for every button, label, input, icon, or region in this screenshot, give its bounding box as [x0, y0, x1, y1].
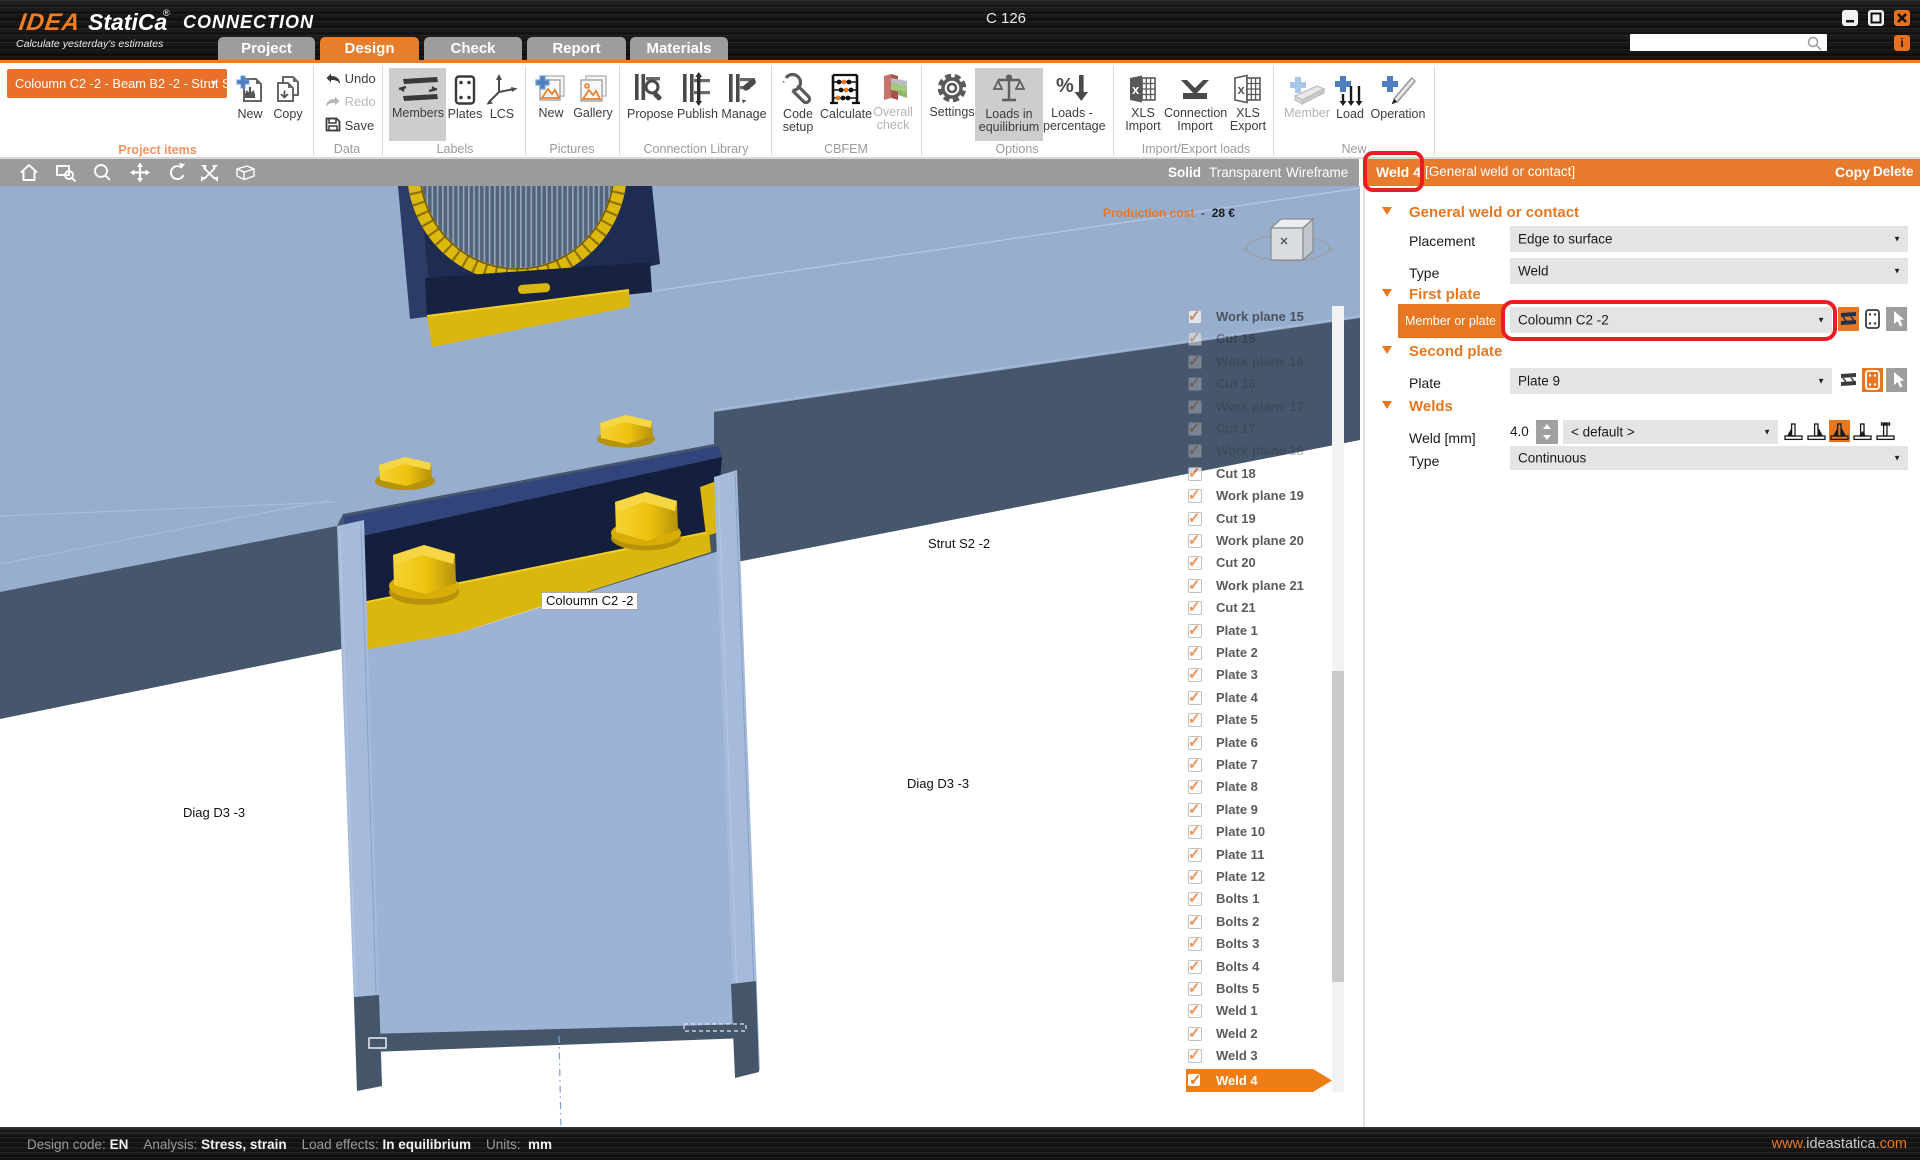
svg-text:x: x: [1238, 82, 1246, 97]
svg-text:x: x: [1132, 82, 1140, 97]
svg-text:%: %: [1056, 75, 1074, 97]
